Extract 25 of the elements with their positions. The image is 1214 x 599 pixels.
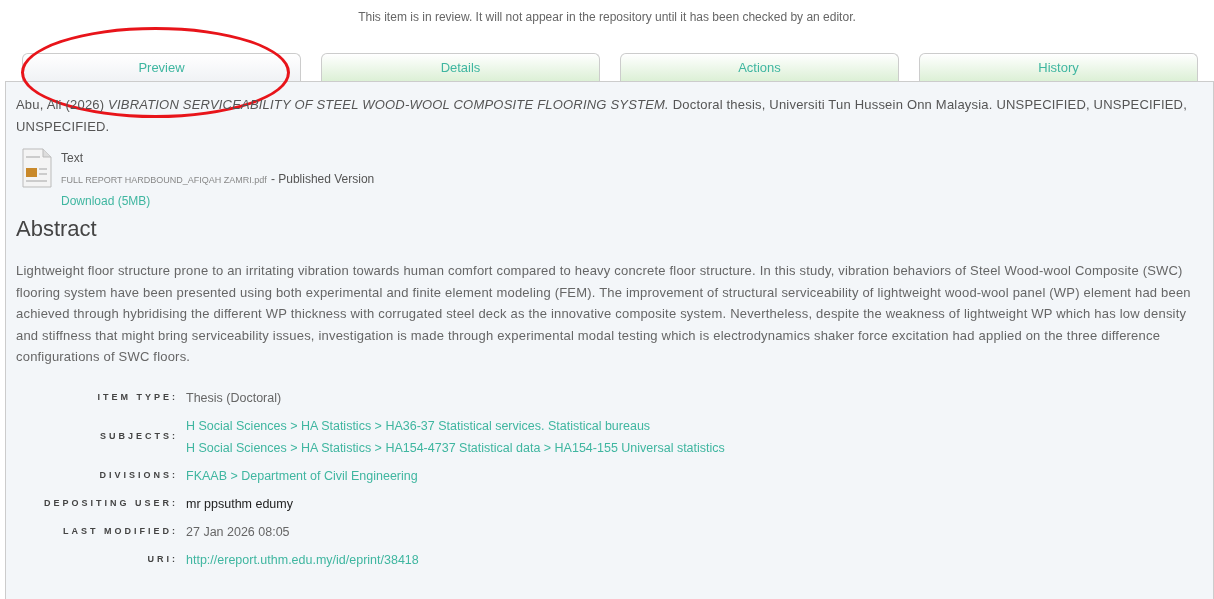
field-value: mr ppsuthm edumy xyxy=(186,495,294,513)
field-label: DEPOSITING USER: xyxy=(44,496,178,510)
document-icon xyxy=(21,148,53,188)
field-link[interactable]: H Social Sciences > HA Statistics > HA154-4737 Statistical data > HA154-155 Universal statistics xyxy=(186,436,1203,459)
field-link[interactable]: H Social Sciences > HA Statistics > HA36-37 Statistical services. Statistical bureaus xyxy=(186,414,1203,437)
tab[interactable]: Actions xyxy=(620,53,899,81)
field-value: Thesis (Doctoral) xyxy=(186,389,283,407)
tab[interactable]: History xyxy=(919,53,1198,81)
field-label: LAST MODIFIED: xyxy=(63,524,178,538)
field-value: 27 Jan 2026 08:05 xyxy=(186,523,291,541)
field-link[interactable]: FKAAB > Department of Civil Engineering xyxy=(186,464,1203,487)
tab[interactable]: Preview xyxy=(22,53,301,81)
abstract-text: Lightweight floor structure prone to an irritating vibration towards human comfort compared to heavy concrete floor structure. In this study, vibration behaviors of Steel Wood-wool Composite (SWC) flooring system have been presented using both experimental and finite element modeling (FEM). The improvement of structural serviceability of lightweight wood-wool panel (WP) element had been achieved through hybridising the different WP thickness with corrugated steel deck as the innovative composite system. Nevertheless, despite the weakness of lightweight WP which has low density and stiffness that might bring serviceability issues, investigation is made through experimental modal testing which is electrodynamics shaker force excitation had applied on the three difference configurations of SWC floors. xyxy=(16,262,1192,366)
field-label: ITEM TYPE: xyxy=(97,390,178,404)
download-link[interactable]: Download (5MB) xyxy=(61,191,375,212)
field-label: SUBJECTS: xyxy=(100,429,178,443)
document-type: Text xyxy=(61,150,84,167)
review-notice: This item is in review. It will not appear in the repository until it has been checked by an editor. xyxy=(358,9,856,26)
field-label: URI: xyxy=(147,552,178,566)
abstract-heading: Abstract xyxy=(16,215,98,243)
field-label: DIVISIONS: xyxy=(99,468,178,482)
field-link[interactable]: http://ereport.uthm.edu.my/id/eprint/38418 xyxy=(186,548,1203,571)
version-label: - Published Version xyxy=(270,171,375,188)
file-name: FULL REPORT HARDBOUND_AFIQAH ZAMRI.pdf xyxy=(61,174,267,187)
tab[interactable]: Details xyxy=(321,53,600,81)
